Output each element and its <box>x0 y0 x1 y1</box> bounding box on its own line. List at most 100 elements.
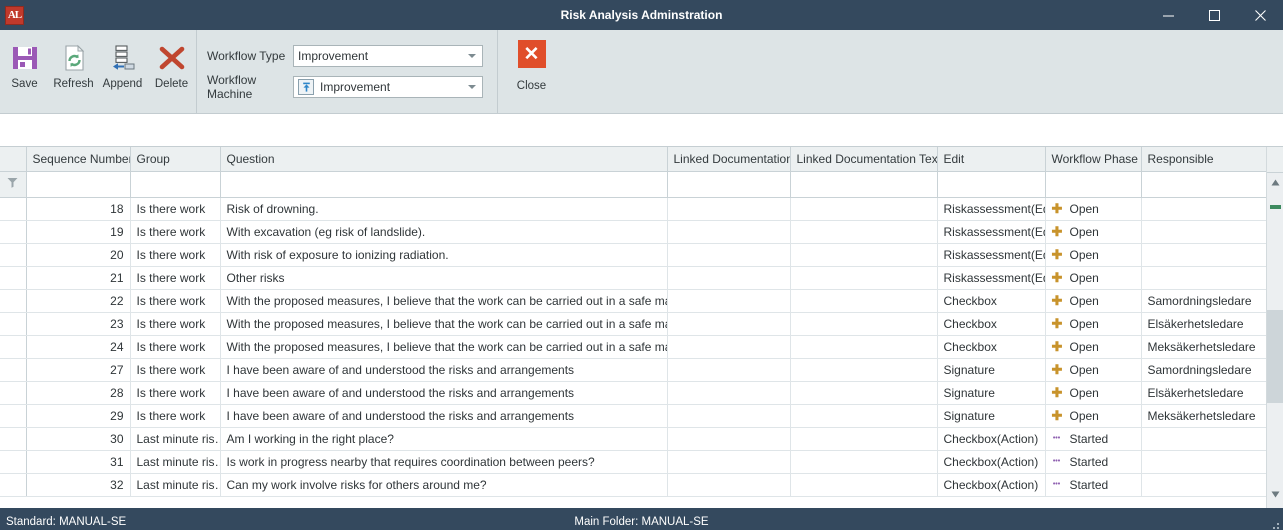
cell-responsible[interactable] <box>1141 197 1267 221</box>
cell-group[interactable]: Is there work <box>130 197 221 221</box>
cell-question[interactable]: Other risks <box>220 266 668 290</box>
cell-linked-documentation-text[interactable] <box>790 381 938 405</box>
cell-responsible[interactable]: Samordningsledare <box>1141 358 1267 382</box>
table-row[interactable]: 20 Is there work With risk of exposure to … <box>0 243 1267 267</box>
cell-sequence-number[interactable]: 30 <box>26 427 131 451</box>
cell-question[interactable]: With excavation (eg risk of landslide). <box>220 220 668 244</box>
table-row[interactable]: 23 Is there work With the proposed measure… <box>0 312 1267 336</box>
row-selector-cell[interactable] <box>0 312 27 336</box>
cell-responsible[interactable]: Elsäkerhetsledare <box>1141 381 1267 405</box>
cell-responsible[interactable] <box>1141 266 1267 290</box>
append-button[interactable]: Append <box>98 30 147 113</box>
cell-linked-documentation-text[interactable] <box>790 312 938 336</box>
row-selector-cell[interactable] <box>0 450 27 474</box>
column-header-sequence-number[interactable]: Sequence Number <box>26 147 131 172</box>
cell-question[interactable]: I have been aware of and understood the … <box>220 358 668 382</box>
cell-sequence-number[interactable]: 29 <box>26 404 131 428</box>
row-selector-cell[interactable] <box>0 289 27 313</box>
table-row[interactable]: 30 Last minute ris… Am I working in the ri… <box>0 427 1267 451</box>
scrollbar-thumb[interactable] <box>1267 310 1283 403</box>
column-header-edit[interactable]: Edit <box>937 147 1046 172</box>
cell-question[interactable]: I have been aware of and understood the … <box>220 404 668 428</box>
filter-toggle-button[interactable] <box>0 171 27 198</box>
cell-responsible[interactable] <box>1141 473 1267 497</box>
cell-linked-documentation-text[interactable] <box>790 427 938 451</box>
cell-group[interactable]: Is there work <box>130 312 221 336</box>
cell-question[interactable]: Is work in progress nearby that requires… <box>220 450 668 474</box>
workflow-type-select[interactable]: Improvement <box>293 45 483 67</box>
column-header-group[interactable]: Group <box>130 147 221 172</box>
cell-linked-documentation-text[interactable] <box>790 358 938 382</box>
cell-group[interactable]: Is there work <box>130 358 221 382</box>
maximize-button[interactable] <box>1191 0 1237 30</box>
cell-edit[interactable]: Riskassessment(Edit) <box>937 220 1046 244</box>
cell-linked-documentation[interactable] <box>667 381 791 405</box>
cell-linked-documentation[interactable] <box>667 243 791 267</box>
cell-group[interactable]: Last minute ris… <box>130 450 221 474</box>
cell-sequence-number[interactable]: 20 <box>26 243 131 267</box>
cell-group[interactable]: Is there work <box>130 266 221 290</box>
cell-question[interactable]: I have been aware of and understood the … <box>220 381 668 405</box>
delete-button[interactable]: Delete <box>147 30 196 113</box>
cell-workflow-phase[interactable]: ✚ Open <box>1045 243 1142 267</box>
cell-group[interactable]: Is there work <box>130 220 221 244</box>
filter-input-edit[interactable] <box>937 171 1046 198</box>
cell-workflow-phase[interactable]: ••• Started <box>1045 473 1142 497</box>
cell-linked-documentation[interactable] <box>667 220 791 244</box>
cell-linked-documentation-text[interactable] <box>790 266 938 290</box>
cell-group[interactable]: Is there work <box>130 381 221 405</box>
cell-sequence-number[interactable]: 22 <box>26 289 131 313</box>
cell-edit[interactable]: Riskassessment(Edit) <box>937 266 1046 290</box>
cell-group[interactable]: Last minute ris… <box>130 473 221 497</box>
cell-workflow-phase[interactable]: ••• Started <box>1045 450 1142 474</box>
cell-edit[interactable]: Signature <box>937 358 1046 382</box>
vertical-scrollbar[interactable] <box>1266 147 1283 508</box>
filter-input-question[interactable] <box>220 171 668 198</box>
cell-linked-documentation-text[interactable] <box>790 335 938 359</box>
filter-input-group[interactable] <box>130 171 221 198</box>
workflow-machine-select[interactable]: Improvement <box>293 76 483 98</box>
row-selector-cell[interactable] <box>0 220 27 244</box>
row-selector-cell[interactable] <box>0 473 27 497</box>
cell-responsible[interactable] <box>1141 243 1267 267</box>
cell-group[interactable]: Last minute ris… <box>130 427 221 451</box>
cell-edit[interactable]: Checkbox <box>937 312 1046 336</box>
row-selector-cell[interactable] <box>0 381 27 405</box>
cell-workflow-phase[interactable]: ✚ Open <box>1045 381 1142 405</box>
filter-input-workflow-phase[interactable] <box>1045 171 1142 198</box>
cell-question[interactable]: With risk of exposure to ionizing radiat… <box>220 243 668 267</box>
column-header-responsible[interactable]: Responsible <box>1141 147 1267 172</box>
row-selector-cell[interactable] <box>0 358 27 382</box>
cell-responsible[interactable] <box>1141 450 1267 474</box>
column-header-question[interactable]: Question <box>220 147 668 172</box>
table-row[interactable]: 32 Last minute ris… Can my work involve ri… <box>0 473 1267 497</box>
cell-edit[interactable]: Checkbox(Action) <box>937 427 1046 451</box>
filter-input-linked-documentation[interactable] <box>667 171 791 198</box>
cell-edit[interactable]: Riskassessment(Edit) <box>937 243 1046 267</box>
cell-linked-documentation-text[interactable] <box>790 220 938 244</box>
cell-sequence-number[interactable]: 31 <box>26 450 131 474</box>
table-row[interactable]: 22 Is there work With the proposed measure… <box>0 289 1267 313</box>
scroll-up-button[interactable] <box>1267 174 1283 191</box>
cell-workflow-phase[interactable]: ✚ Open <box>1045 220 1142 244</box>
cell-question[interactable]: Can my work involve risks for others aro… <box>220 473 668 497</box>
minimize-button[interactable] <box>1145 0 1191 30</box>
close-window-button[interactable] <box>1237 0 1283 30</box>
save-button[interactable]: Save <box>0 30 49 113</box>
cell-workflow-phase[interactable]: ✚ Open <box>1045 335 1142 359</box>
cell-linked-documentation-text[interactable] <box>790 473 938 497</box>
cell-responsible[interactable] <box>1141 427 1267 451</box>
refresh-button[interactable]: Refresh <box>49 30 98 113</box>
row-selector-cell[interactable] <box>0 404 27 428</box>
cell-group[interactable]: Is there work <box>130 404 221 428</box>
cell-sequence-number[interactable]: 27 <box>26 358 131 382</box>
cell-sequence-number[interactable]: 32 <box>26 473 131 497</box>
cell-linked-documentation-text[interactable] <box>790 243 938 267</box>
cell-workflow-phase[interactable]: ✚ Open <box>1045 404 1142 428</box>
cell-sequence-number[interactable]: 24 <box>26 335 131 359</box>
cell-workflow-phase[interactable]: ✚ Open <box>1045 266 1142 290</box>
cell-sequence-number[interactable]: 28 <box>26 381 131 405</box>
cell-edit[interactable]: Signature <box>937 381 1046 405</box>
cell-edit[interactable]: Riskassessment(Edit) <box>937 197 1046 221</box>
filter-input-linked-documentation-text[interactable] <box>790 171 938 198</box>
